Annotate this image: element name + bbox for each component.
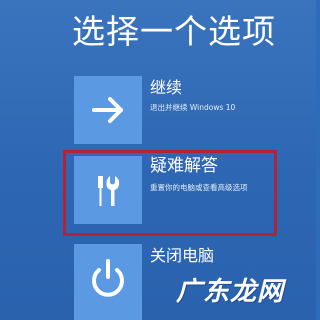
shutdown-tile[interactable] [74, 244, 142, 320]
continue-description: 退出并继续 Windows 10 [150, 103, 236, 112]
shutdown-label: 关闭电脑 [150, 246, 215, 265]
troubleshoot-label: 疑难解答 [150, 156, 218, 176]
continue-label: 继续 [150, 78, 183, 97]
watermark-text: 广东龙网 [176, 277, 285, 307]
troubleshoot-description: 重置你的电脑或查看高级选项 [150, 183, 248, 192]
continue-option[interactable]: 继续 退出并继续 Windows 10 [74, 76, 274, 146]
tools-icon [98, 176, 120, 206]
continue-tile[interactable] [74, 76, 142, 144]
page-title: 选择一个选项 [72, 12, 276, 51]
power-icon [92, 259, 124, 297]
troubleshoot-option[interactable]: 疑难解答 重置你的电脑或查看高级选项 [74, 156, 274, 226]
troubleshoot-tile[interactable] [74, 156, 142, 224]
arrow-right-icon [92, 97, 123, 123]
